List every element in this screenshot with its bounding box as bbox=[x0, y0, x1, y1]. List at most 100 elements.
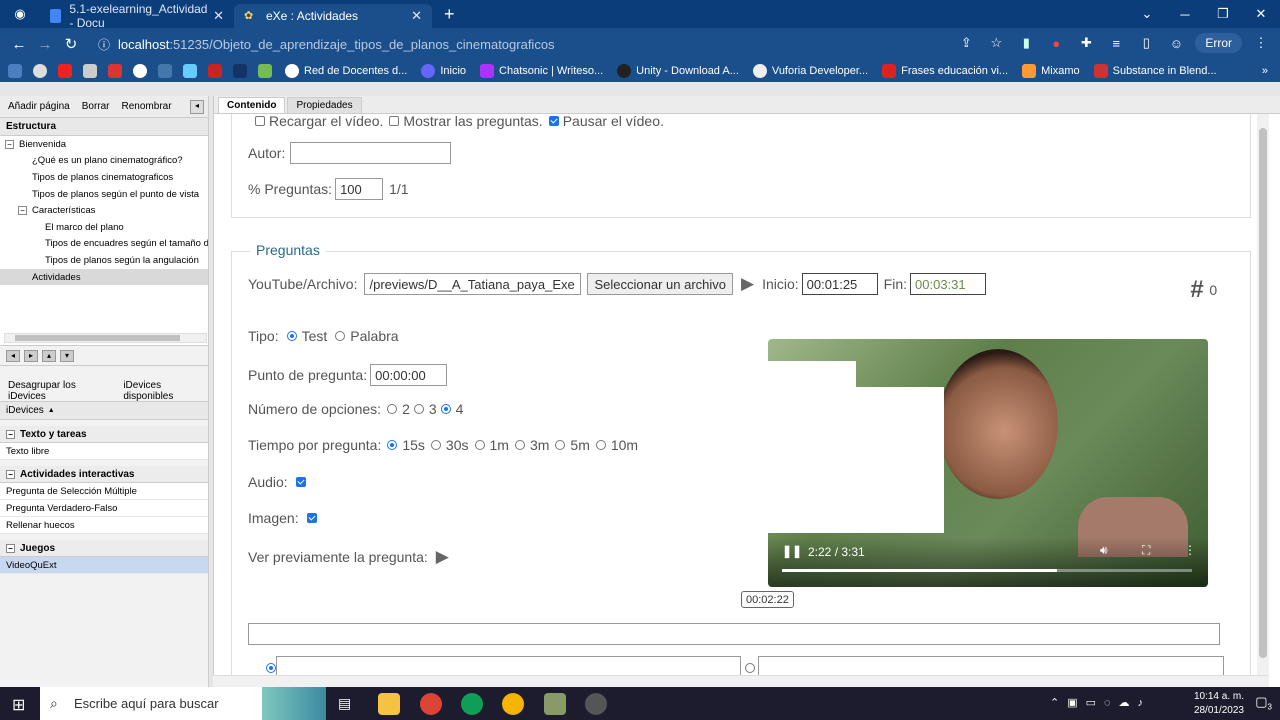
answer-1-radio[interactable] bbox=[266, 663, 276, 673]
type-word-radio[interactable] bbox=[335, 331, 346, 341]
tab-properties[interactable]: Propiedades bbox=[287, 97, 362, 113]
bookmark-vuforia[interactable]: Vuforia Developer... bbox=[752, 64, 868, 78]
collapse-toggle-icon[interactable]: − bbox=[5, 139, 14, 149]
bookmark-mixamo[interactable]: Mixamo bbox=[1022, 64, 1080, 78]
tree-item-selected[interactable]: Actividades bbox=[0, 268, 208, 286]
restore-icon[interactable]: ❐ bbox=[1204, 6, 1242, 22]
chrome-taskbar-icon[interactable] bbox=[420, 693, 442, 715]
task-view-icon[interactable]: ▤ bbox=[338, 695, 351, 712]
unity-icon[interactable] bbox=[585, 693, 607, 715]
time-10m-radio[interactable] bbox=[595, 440, 606, 450]
idevice-item[interactable]: Pregunta Verdadero-Falso bbox=[0, 500, 208, 517]
tree-item[interactable]: Tipos de encuadres según el tamaño del bbox=[0, 236, 208, 253]
side-panel-icon[interactable]: ▯ bbox=[1135, 32, 1157, 54]
heart-icon[interactable] bbox=[108, 64, 127, 78]
tree-item[interactable]: − Características bbox=[0, 202, 208, 219]
video-player[interactable]: ❚❚ 2:22 / 3:31 🔊︎ ⛶ ⋮ bbox=[768, 339, 1208, 587]
author-input[interactable] bbox=[290, 142, 452, 164]
options-4-radio[interactable] bbox=[440, 404, 451, 414]
bookmark-chatsonic[interactable]: Chatsonic | Writeso... bbox=[480, 64, 603, 78]
start-input[interactable]: 00:01:25 bbox=[801, 273, 878, 295]
close-window-icon[interactable]: ✕ bbox=[1242, 6, 1280, 22]
menu-icon[interactable]: ⋮ bbox=[1250, 32, 1272, 54]
app-icon[interactable] bbox=[544, 693, 566, 715]
address-bar[interactable]: ⓘ localhost:51235/Objeto_de_aprendizaje_… bbox=[88, 32, 908, 56]
youtube-input[interactable]: /previews/D__A_Tatiana_paya_Exe bbox=[364, 273, 582, 295]
tree-item[interactable]: − Bienvenida bbox=[0, 136, 208, 153]
extension-red-icon[interactable]: ● bbox=[1045, 32, 1067, 54]
puzzle-bookmark-icon[interactable] bbox=[183, 64, 202, 78]
file-explorer-icon[interactable] bbox=[378, 693, 400, 715]
move-right-icon[interactable]: ▸ bbox=[24, 349, 38, 362]
chrome-icon[interactable]: ◉ bbox=[0, 6, 40, 22]
share-icon[interactable]: ⇪ bbox=[955, 32, 977, 54]
close-icon[interactable]: ✕ bbox=[411, 8, 422, 24]
image-icon[interactable] bbox=[258, 64, 277, 78]
chrome-canary-icon[interactable] bbox=[502, 693, 524, 715]
vertical-scrollbar[interactable] bbox=[1257, 114, 1269, 687]
tab-content[interactable]: Contenido bbox=[218, 97, 286, 113]
tab-docs[interactable]: 5.1-exelearning_Actividad - Docu ✕ bbox=[40, 2, 234, 30]
answer-2-radio[interactable] bbox=[745, 663, 755, 673]
extension-icon[interactable]: ▮ bbox=[1015, 32, 1037, 54]
google-icon[interactable] bbox=[133, 64, 152, 78]
windows-start-icon[interactable]: ⊞ bbox=[12, 695, 25, 715]
tree-scrollbar[interactable] bbox=[4, 333, 207, 343]
chevron-down-icon[interactable]: ⌄ bbox=[1128, 6, 1166, 22]
time-30s-radio[interactable] bbox=[430, 440, 441, 450]
time-15s-radio[interactable] bbox=[387, 440, 398, 450]
question-point-input[interactable]: 00:00:00 bbox=[370, 364, 448, 386]
bookmark-inicio[interactable]: Inicio bbox=[421, 64, 466, 78]
avatar[interactable]: ☺ bbox=[1165, 32, 1187, 54]
close-icon[interactable]: ✕ bbox=[213, 8, 224, 24]
time-1m-radio[interactable] bbox=[474, 440, 485, 450]
type-test-radio[interactable] bbox=[286, 331, 297, 341]
time-5m-radio[interactable] bbox=[555, 440, 566, 450]
tree-item[interactable]: ¿Qué es un plano cinematográfico? bbox=[0, 153, 208, 170]
new-tab-button[interactable]: + bbox=[444, 4, 455, 25]
idevice-item[interactable]: Rellenar huecos bbox=[0, 517, 208, 534]
time-3m-radio[interactable] bbox=[514, 440, 525, 450]
end-input[interactable]: 00:03:31 bbox=[910, 273, 987, 295]
back-icon[interactable]: ← bbox=[6, 36, 32, 53]
rename-button[interactable]: Renombrar bbox=[122, 101, 172, 112]
bookmark-frases[interactable]: Frases educación vi... bbox=[882, 64, 1008, 78]
puzzle-icon[interactable]: ✚ bbox=[1075, 32, 1097, 54]
error-button[interactable]: Error bbox=[1195, 33, 1242, 53]
available-idevices-button[interactable]: iDevices disponibles bbox=[123, 380, 208, 402]
select-file-button[interactable]: Seleccionar un archivo bbox=[587, 273, 734, 295]
more-icon[interactable]: ⋮ bbox=[1184, 543, 1196, 557]
move-left-icon[interactable]: ◂ bbox=[6, 349, 20, 362]
minimize-icon[interactable]: ─ bbox=[1166, 7, 1204, 22]
section-interactive[interactable]: − Actividades interactivas bbox=[0, 466, 208, 483]
tree-item[interactable]: Tipos de planos según la angulación bbox=[0, 252, 208, 269]
youtube-icon[interactable] bbox=[58, 64, 77, 78]
idevices-header[interactable]: iDevices ▲ bbox=[0, 402, 208, 420]
tab-exe[interactable]: ✿ eXe : Actividades ✕ bbox=[234, 4, 432, 28]
idevice-item-selected[interactable]: VideoQuExt bbox=[0, 557, 208, 574]
info-icon[interactable]: ⓘ bbox=[98, 36, 110, 53]
play-icon[interactable]: ▶ bbox=[741, 274, 754, 294]
image-checkbox[interactable] bbox=[306, 513, 317, 523]
section-text-tasks[interactable]: − Texto y tareas bbox=[0, 426, 208, 443]
add-page-button[interactable]: Añadir página bbox=[8, 101, 70, 112]
ungroup-idevices-button[interactable]: Desagrupar los iDevices bbox=[8, 380, 109, 402]
idevice-item[interactable]: Pregunta de Selección Múltiple bbox=[0, 483, 208, 500]
tree-item[interactable]: Tipos de planos cinematograficos bbox=[0, 169, 208, 186]
options-2-radio[interactable] bbox=[387, 404, 398, 414]
pause-icon[interactable]: ❚❚ bbox=[782, 544, 802, 558]
taskbar-search[interactable]: ⌕ Escribe aquí para buscar bbox=[40, 687, 326, 720]
collapse-toggle-icon[interactable]: − bbox=[18, 206, 27, 216]
idevice-item[interactable]: Texto libre bbox=[0, 443, 208, 460]
bookmark-unity[interactable]: Unity - Download A... bbox=[617, 64, 739, 78]
tree-item[interactable]: Tipos de planos según el punto de vista bbox=[0, 186, 208, 203]
reload-video-checkbox[interactable] bbox=[255, 116, 265, 126]
section-games[interactable]: − Juegos bbox=[0, 540, 208, 557]
forward-icon[interactable]: → bbox=[32, 36, 58, 53]
show-questions-checkbox[interactable] bbox=[389, 116, 400, 126]
tree-item[interactable]: El marco del plano bbox=[0, 219, 208, 236]
bookmark-red-docentes[interactable]: Red de Docentes d... bbox=[285, 64, 407, 78]
collapse-icon[interactable]: ◂ bbox=[190, 99, 204, 114]
question-text-input[interactable] bbox=[248, 623, 1220, 645]
move-up-icon[interactable]: ▴ bbox=[42, 349, 56, 362]
